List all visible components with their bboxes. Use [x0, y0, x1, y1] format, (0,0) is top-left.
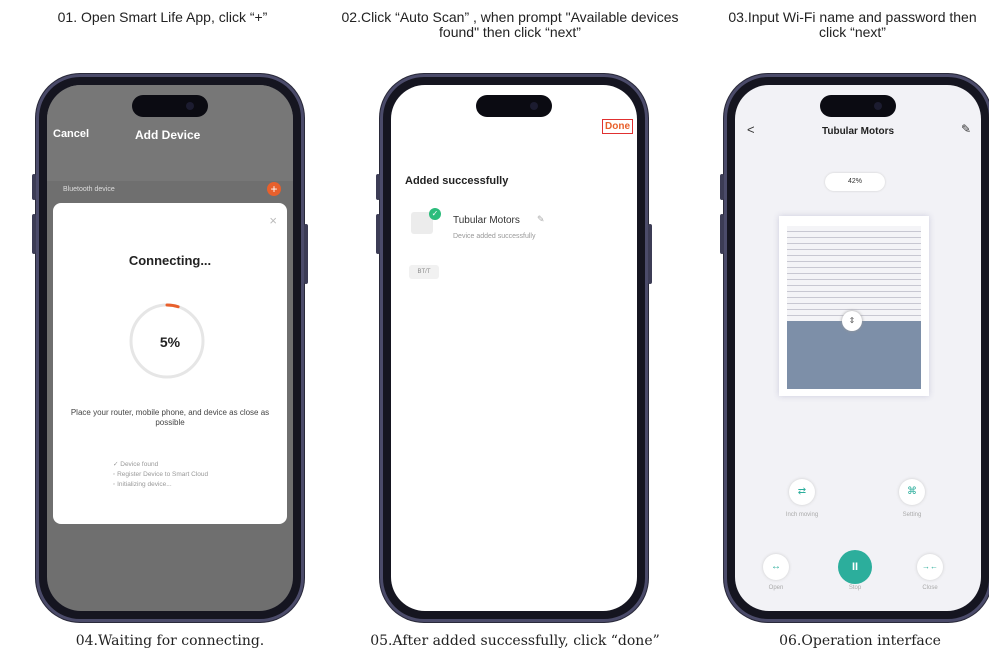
device-name: Tubular Motors: [453, 215, 520, 226]
inch-moving-icon[interactable]: ⇄: [789, 479, 815, 505]
room-tag[interactable]: BT/T: [409, 265, 439, 279]
dynamic-island: [820, 95, 896, 117]
stop-button[interactable]: II: [838, 550, 872, 584]
open-label: Open: [768, 585, 784, 591]
position-percent: 42%: [825, 173, 885, 191]
drag-handle[interactable]: ⇕: [842, 311, 862, 331]
add-device-plus-icon[interactable]: +: [267, 182, 281, 196]
phone-added: Done Added successfully ✓ Tubular Motors…: [376, 74, 652, 622]
blind-visual: ⇕: [779, 216, 929, 396]
caption-step3: 03.Input Wi-Fi name and password then cl…: [728, 9, 977, 40]
step-initializing: ◦ Initializing device...: [113, 481, 172, 488]
page-title: Add Device: [135, 128, 201, 142]
inch-moving-label: Inch moving: [785, 512, 819, 518]
caption-step6: 06.Operation interface: [779, 633, 941, 649]
close-icon[interactable]: ×: [269, 213, 277, 228]
dynamic-island: [476, 95, 552, 117]
screen-operation: < Tubular Motors ✎ 42% ⇕ ⇄ Inch moving ⌘…: [735, 85, 981, 611]
dynamic-island: [132, 95, 208, 117]
close-button[interactable]: →←: [917, 554, 943, 580]
close-label: Close: [922, 585, 938, 591]
caption-step4: 04.Waiting for connecting.: [75, 633, 265, 649]
phone-operation: < Tubular Motors ✎ 42% ⇕ ⇄ Inch moving ⌘…: [720, 74, 989, 622]
screen-connecting: Cancel Add Device Bluetooth device + × C…: [47, 85, 293, 611]
page-title: Tubular Motors: [821, 126, 895, 137]
connecting-dialog: × Connecting... 5% Place your router, mo…: [53, 203, 287, 524]
placement-tip: Place your router, mobile phone, and dev…: [70, 408, 270, 427]
added-title: Added successfully: [405, 175, 509, 187]
step-register: ◦ Register Device to Smart Cloud: [113, 471, 209, 478]
stop-label: Stop: [848, 585, 862, 591]
caption-step2: 02.Click “Auto Scan” , when prompt "Avai…: [341, 9, 679, 40]
caption-step5: 05.After added successfully, click “done…: [370, 633, 660, 649]
check-icon: ✓: [429, 208, 441, 220]
screen-added: Done Added successfully ✓ Tubular Motors…: [391, 85, 637, 611]
device-status: Device added successfully: [453, 233, 536, 240]
window-area: [787, 321, 921, 389]
phone-connecting: Cancel Add Device Bluetooth device + × C…: [32, 74, 308, 622]
cancel-button[interactable]: Cancel: [53, 128, 89, 140]
open-button[interactable]: ↔: [763, 554, 789, 580]
step-device-found: ✓ Device found: [113, 461, 159, 468]
connection-steps: ✓ Device found ◦ Register Device to Smar…: [113, 460, 208, 490]
done-button[interactable]: Done: [602, 119, 633, 134]
connecting-title: Connecting...: [128, 253, 212, 268]
edit-pen-icon[interactable]: ✎: [537, 214, 545, 225]
caption-step1: 01. Open Smart Life App, click “+”: [57, 9, 268, 25]
bluetooth-device-label: Bluetooth device: [63, 186, 115, 193]
setting-label: Setting: [902, 512, 922, 518]
edit-icon[interactable]: ✎: [961, 122, 971, 136]
blind-slats: [787, 226, 921, 321]
progress-percent: 5%: [159, 334, 181, 350]
setting-icon[interactable]: ⌘: [899, 479, 925, 505]
